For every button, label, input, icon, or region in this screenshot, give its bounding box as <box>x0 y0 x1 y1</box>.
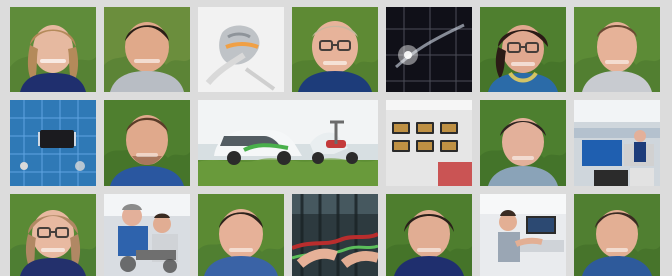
photo-gallery-grid <box>0 0 672 276</box>
photo-tile <box>104 7 190 92</box>
photo-tile <box>480 100 566 186</box>
photo-tile <box>292 194 378 276</box>
photo-tile <box>198 7 284 92</box>
photo-tile <box>386 7 472 92</box>
photo-tile <box>104 100 190 186</box>
portrait-photo <box>104 100 190 186</box>
scene-photo <box>198 100 378 186</box>
photo-tile <box>292 7 378 92</box>
object-photo <box>198 7 284 92</box>
photo-tile <box>104 194 190 276</box>
portrait-photo <box>574 194 660 276</box>
photo-tile <box>198 194 284 276</box>
photo-tile <box>480 194 566 276</box>
scene-photo <box>574 100 660 186</box>
portrait-photo <box>574 7 660 92</box>
portrait-photo <box>10 7 96 92</box>
scene-photo <box>480 194 566 276</box>
photo-tile <box>480 7 566 92</box>
photo-tile <box>198 100 378 186</box>
photo-tile <box>574 100 660 186</box>
portrait-photo <box>480 100 566 186</box>
portrait-photo <box>10 194 96 276</box>
object-photo <box>10 100 96 186</box>
portrait-photo <box>480 7 566 92</box>
portrait-photo <box>198 194 284 276</box>
photo-tile <box>10 194 96 276</box>
scene-photo <box>104 194 190 276</box>
object-photo <box>386 7 472 92</box>
portrait-photo <box>386 194 472 276</box>
photo-tile <box>386 194 472 276</box>
scene-photo <box>292 194 378 276</box>
portrait-photo <box>292 7 378 92</box>
photo-tile <box>574 194 660 276</box>
photo-tile <box>10 100 96 186</box>
object-photo <box>386 100 472 186</box>
photo-tile <box>386 100 472 186</box>
photo-tile <box>10 7 96 92</box>
portrait-photo <box>104 7 190 92</box>
photo-tile <box>574 7 660 92</box>
